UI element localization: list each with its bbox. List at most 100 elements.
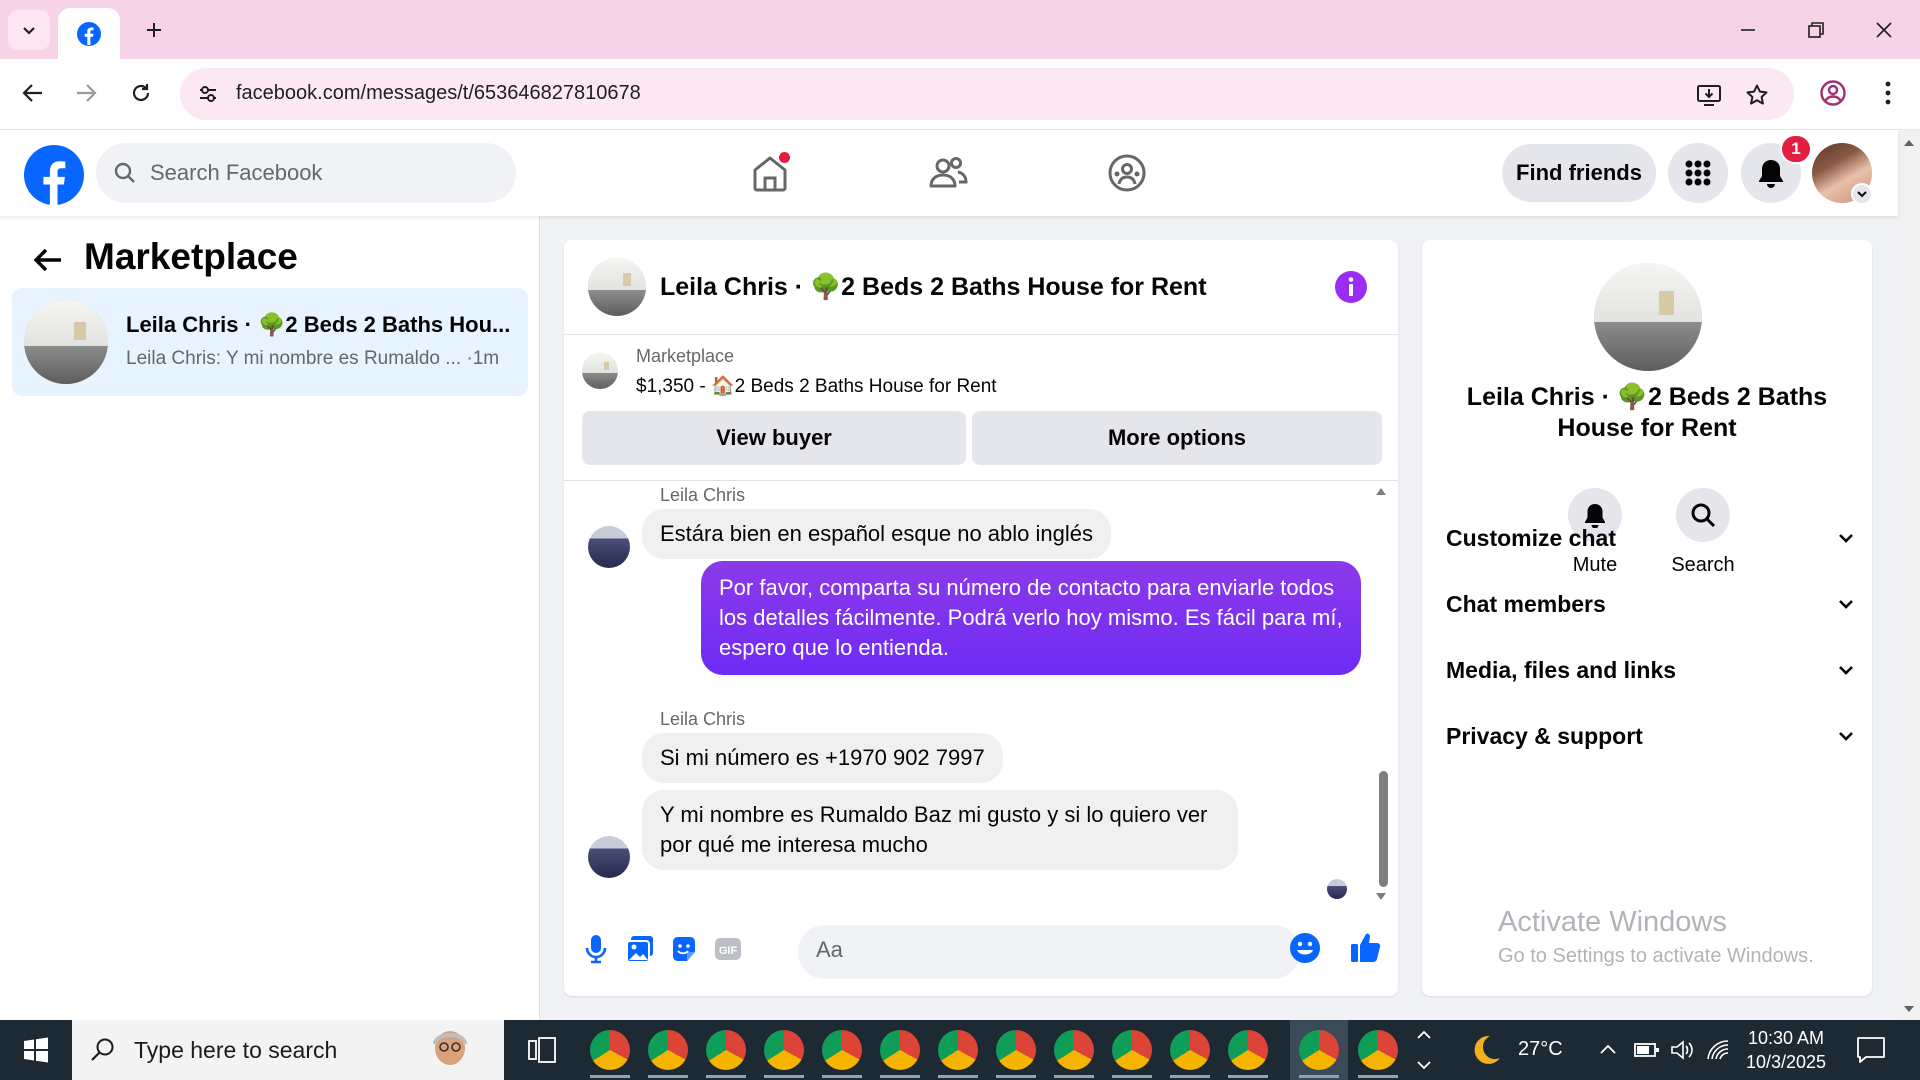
sticker-button[interactable] (664, 929, 704, 969)
more-options-button[interactable]: More options (972, 411, 1382, 465)
close-window-button[interactable] (1850, 0, 1918, 59)
facebook-search-input[interactable] (150, 160, 470, 186)
taskbar-overflow[interactable] (1412, 1024, 1436, 1076)
temperature-text[interactable]: 27°C (1518, 1038, 1563, 1061)
scroll-up-icon[interactable] (1898, 136, 1920, 150)
chrome-profile-icon[interactable] (1299, 1030, 1339, 1070)
menu-button[interactable] (1668, 143, 1728, 203)
conversation-info-button[interactable] (1334, 270, 1368, 304)
nav-home[interactable] (740, 146, 800, 200)
search-highlight-icon[interactable] (420, 1022, 480, 1080)
scroll-down-icon[interactable] (1898, 1002, 1920, 1016)
nav-groups[interactable] (1097, 146, 1157, 200)
emoji-button[interactable] (1288, 931, 1322, 965)
url-text[interactable]: facebook.com/messages/t/653646827810678 (236, 82, 641, 105)
listing-category: Marketplace (636, 346, 735, 366)
reload-button[interactable] (121, 73, 161, 113)
chrome-profile-icon[interactable] (1228, 1030, 1268, 1070)
incoming-message[interactable]: Y mi nombre es Rumaldo Baz mi gusto y si… (642, 790, 1238, 870)
volume-icon[interactable] (1670, 1039, 1694, 1061)
bookmark-button[interactable] (1742, 80, 1772, 110)
battery-icon[interactable] (1634, 1040, 1660, 1060)
incoming-message[interactable]: Estára bien en español esque no ablo ing… (642, 509, 1111, 559)
search-icon (114, 162, 135, 183)
weather-icon[interactable] (1468, 1032, 1504, 1068)
running-indicator (880, 1075, 920, 1078)
chrome-profile-icon[interactable] (1170, 1030, 1210, 1070)
section-label: Media, files and links (1446, 656, 1677, 683)
tab-search-button[interactable] (8, 10, 50, 50)
chrome-profile-icon[interactable] (648, 1030, 688, 1070)
chrome-profile-icon[interactable] (938, 1030, 978, 1070)
start-button[interactable] (0, 1020, 72, 1080)
chrome-profile-icon[interactable] (590, 1030, 630, 1070)
gif-button[interactable]: GIF (708, 929, 748, 969)
minimize-button[interactable] (1714, 0, 1782, 59)
chat-title[interactable]: Leila Chris · 🌳2 Beds 2 Baths House for … (660, 273, 1207, 302)
forward-button[interactable] (66, 73, 106, 113)
site-info-button[interactable] (192, 78, 224, 110)
chrome-profile-icon[interactable] (764, 1030, 804, 1070)
media-files-links-section[interactable]: Media, files and links (1446, 645, 1856, 695)
message-input[interactable] (798, 925, 1300, 979)
task-view-button[interactable] (524, 1032, 560, 1068)
find-friends-button[interactable]: Find friends (1502, 144, 1656, 202)
arrow-right-icon (77, 84, 97, 102)
message-list: Leila Chris Estára bien en español esque… (564, 481, 1398, 917)
chevron-down-icon (1839, 534, 1853, 543)
outgoing-message[interactable]: Por favor, comparta su número de contact… (701, 561, 1361, 675)
conversation-item[interactable]: Leila Chris · 🌳2 Beds 2 Baths Hou... Lei… (12, 288, 528, 396)
chat-members-section[interactable]: Chat members (1446, 579, 1856, 629)
account-menu-chevron[interactable] (1851, 183, 1873, 205)
new-tab-button[interactable] (136, 12, 172, 48)
emoji-icon (1290, 933, 1320, 963)
privacy-support-section[interactable]: Privacy & support (1446, 711, 1856, 761)
photo-icon (626, 936, 653, 963)
chrome-profile-icon[interactable] (880, 1030, 920, 1070)
scroll-up-icon[interactable] (1374, 485, 1388, 497)
chrome-profile-icon[interactable] (1358, 1030, 1398, 1070)
like-button[interactable] (1346, 927, 1386, 967)
wifi-icon[interactable] (1706, 1039, 1730, 1061)
facebook-logo[interactable] (23, 144, 85, 206)
restore-button[interactable] (1782, 0, 1850, 59)
chrome-profile-icon[interactable] (706, 1030, 746, 1070)
install-app-button[interactable] (1694, 80, 1724, 110)
panel-title: Marketplace (84, 236, 298, 277)
conversation-avatar (1594, 263, 1702, 371)
browser-toolbar: facebook.com/messages/t/653646827810678 (0, 59, 1920, 130)
customize-chat-section[interactable]: Customize chat (1446, 513, 1856, 563)
attach-photo-button[interactable] (620, 929, 660, 969)
chat-thumbnail[interactable] (588, 258, 646, 316)
browser-tab-facebook[interactable] (58, 8, 120, 59)
chrome-profile-icon[interactable] (1054, 1030, 1094, 1070)
conversation-preview: Leila Chris: Y mi nombre es Rumaldo ... … (126, 348, 500, 369)
browser-menu-button[interactable] (1868, 73, 1908, 113)
facebook-search[interactable] (96, 143, 516, 203)
address-bar[interactable]: facebook.com/messages/t/653646827810678 (180, 68, 1794, 120)
chrome-profile-icon[interactable] (1112, 1030, 1152, 1070)
sender-avatar[interactable] (588, 526, 630, 568)
scroll-down-icon[interactable] (1374, 891, 1388, 903)
info-icon (1335, 271, 1367, 303)
message-text-field[interactable] (816, 937, 1216, 963)
chrome-profile-icon[interactable] (822, 1030, 862, 1070)
voice-clip-button[interactable] (576, 929, 616, 969)
nav-friends[interactable] (918, 146, 978, 200)
back-button[interactable] (13, 73, 53, 113)
notification-count-badge: 1 (1780, 134, 1812, 164)
profile-button[interactable] (1813, 73, 1853, 113)
incoming-message[interactable]: Si mi número es +1970 902 7997 (642, 733, 1003, 783)
system-clock[interactable]: 10:30 AM 10/3/2025 (1738, 1026, 1834, 1074)
back-to-chats-button[interactable] (28, 240, 68, 280)
listing-title[interactable]: $1,350 - 🏠2 Beds 2 Baths House for Rent (636, 374, 997, 398)
message-scroll-thumb[interactable] (1379, 771, 1388, 887)
show-hidden-icons-button[interactable] (1598, 1040, 1618, 1060)
notification-center-button[interactable] (1856, 1036, 1886, 1064)
chrome-profile-icon[interactable] (996, 1030, 1036, 1070)
arrow-left-icon (33, 248, 61, 272)
star-icon (1746, 84, 1768, 105)
sender-avatar[interactable] (588, 836, 630, 878)
view-buyer-button[interactable]: View buyer (582, 411, 966, 465)
page-scrollbar[interactable] (1898, 130, 1920, 1020)
